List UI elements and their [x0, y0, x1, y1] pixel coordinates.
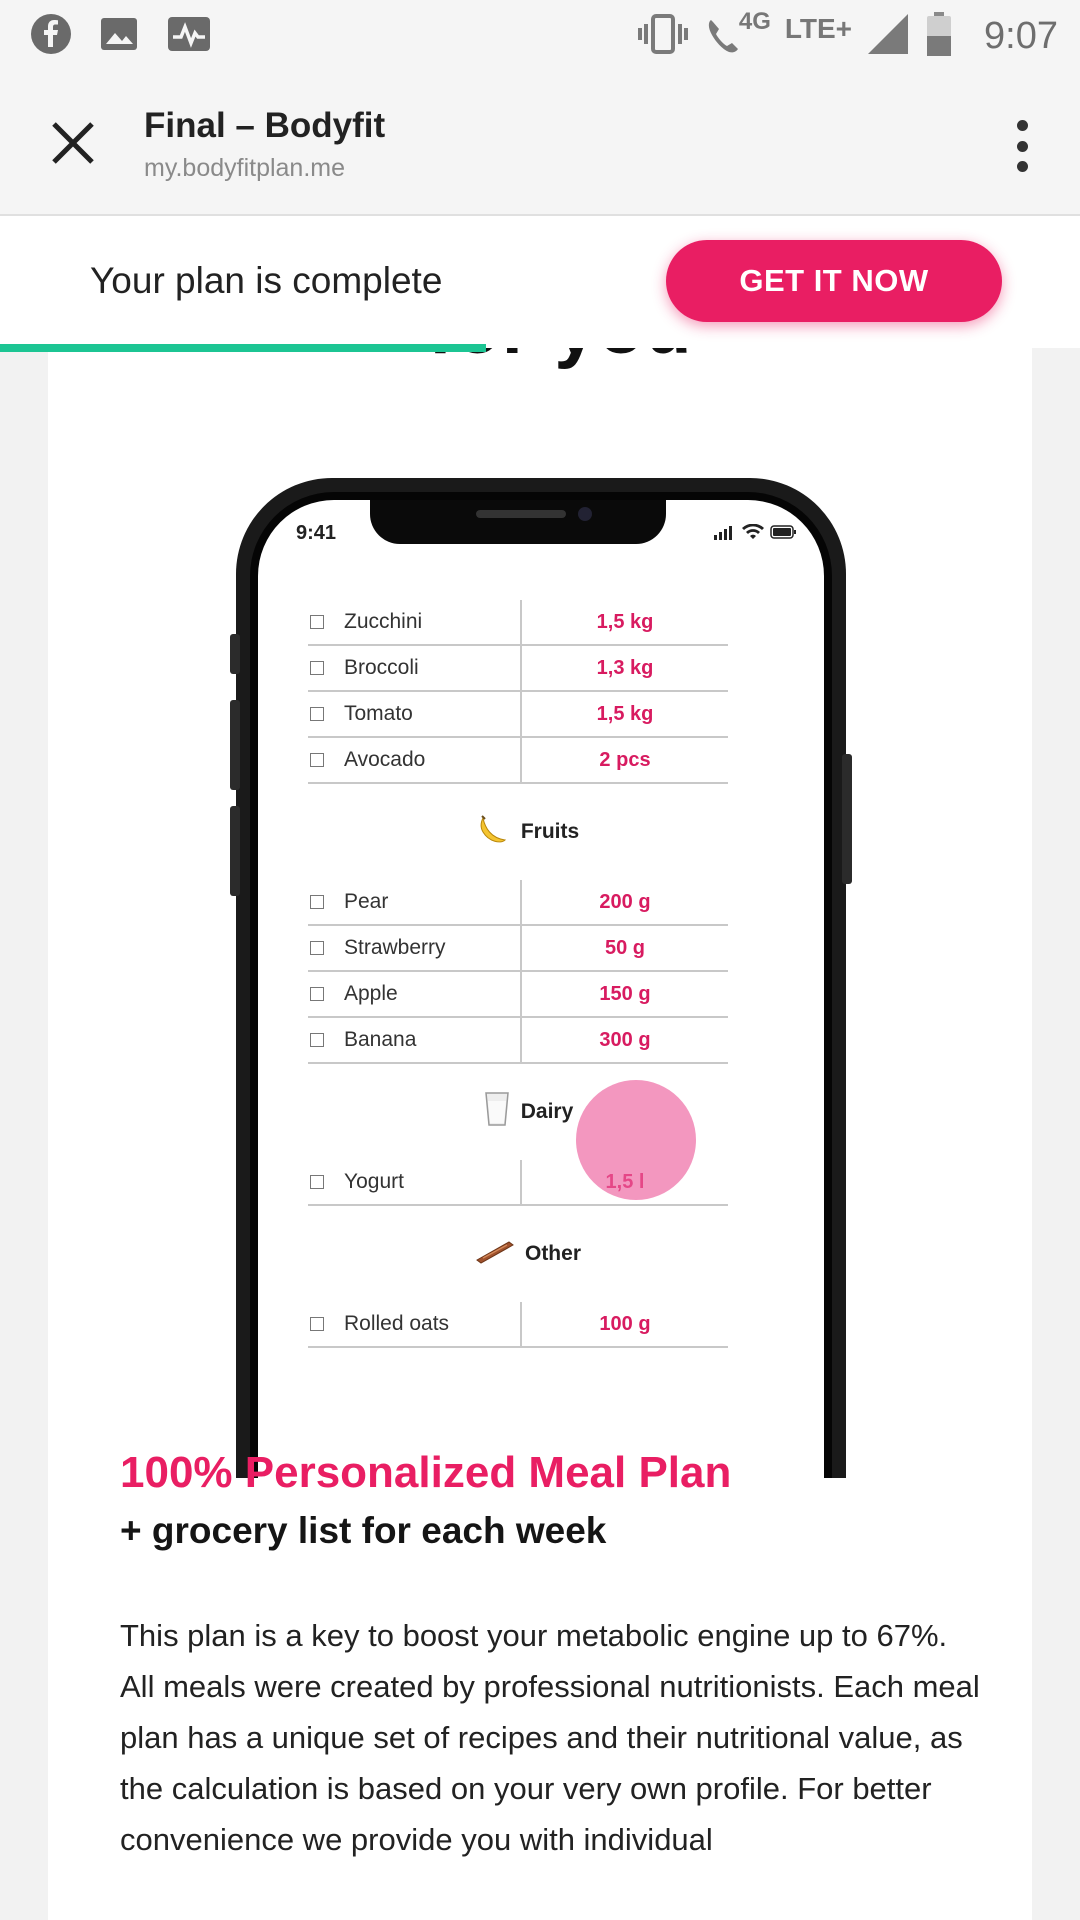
grocery-row: Broccoli 1,3 kg [308, 646, 728, 692]
grocery-item-name: Rolled oats [344, 1312, 450, 1335]
item-checkbox[interactable] [310, 707, 324, 721]
phone-button [842, 754, 852, 884]
grocery-item-quantity: 1,5 kg [596, 702, 654, 725]
phone-button [230, 700, 240, 790]
grocery-item-quantity: 1,5 kg [596, 610, 654, 633]
feature-headline: 100% Personalized Meal Plan [120, 1448, 732, 1497]
status-bar: 4G LTE+ 9:07 [0, 0, 1080, 72]
item-checkbox[interactable] [310, 615, 324, 629]
phone-screen: 9:41 Zucchini 1,5 kg Broccoli 1,3 kg Tomato 1… [250, 492, 832, 1478]
phone-status-icons [714, 524, 798, 540]
grocery-row: Avocado 2 pcs [308, 738, 728, 784]
cinnamon-icon [475, 1238, 515, 1271]
grocery-item-name: Apple [344, 982, 398, 1005]
page-title: Final – Bodyfit [144, 106, 386, 145]
grocery-item-quantity: 50 g [604, 936, 646, 959]
phone-notch [370, 500, 666, 544]
item-checkbox[interactable] [310, 895, 324, 909]
grocery-row: Rolled oats 100 g [308, 1302, 728, 1348]
grocery-item-quantity: 1,3 kg [596, 656, 654, 679]
grocery-item-name: Banana [344, 1028, 417, 1051]
grocery-row: Banana 300 g [308, 1018, 728, 1064]
grocery-list: Zucchini 1,5 kg Broccoli 1,3 kg Tomato 1,5 kg… [294, 600, 814, 1348]
signal-icon [866, 12, 910, 61]
phone-time: 9:41 [296, 522, 337, 544]
content-card: for you 9:41 Zucchini1,5 kgBroccoli1,3 k… [48, 348, 1032, 1920]
grocery-item-name: Avocado [344, 748, 426, 771]
progress-bar-fill [0, 344, 486, 352]
item-checkbox[interactable] [310, 941, 324, 955]
item-checkbox[interactable] [310, 1317, 324, 1331]
grocery-section-label: Dairy [520, 1100, 574, 1123]
close-icon[interactable] [40, 110, 106, 176]
grocery-item-quantity: 200 g [599, 890, 651, 913]
phone-mockup: 9:41 Zucchini 1,5 kg Broccoli 1,3 kg Tomato 1… [230, 478, 852, 1478]
network-type-label: LTE+ [784, 13, 853, 44]
grocery-item-name: Pear [344, 890, 389, 913]
grocery-row: Strawberry 50 g [308, 926, 728, 972]
vibrate-icon [637, 12, 689, 61]
item-checkbox[interactable] [310, 661, 324, 675]
grocery-item-quantity: 300 g [599, 1028, 651, 1051]
feature-subheadline: + grocery list for each week [120, 1510, 607, 1551]
gallery-icon [98, 13, 140, 60]
browser-toolbar: Final – Bodyfit my.bodyfitplan.me [0, 72, 1080, 216]
grocery-item-name: Tomato [344, 702, 413, 725]
grocery-item-quantity: 100 g [599, 1312, 651, 1335]
progress-bar [0, 344, 1080, 352]
grocery-item-quantity: 150 g [599, 982, 651, 1005]
more-options-icon[interactable] [1002, 116, 1042, 176]
touch-indicator [576, 1080, 696, 1200]
glass-icon [483, 1091, 511, 1134]
grocery-section-header: Fruits [308, 784, 748, 880]
facebook-icon [30, 13, 72, 60]
battery-icon [924, 10, 954, 63]
grocery-section-header: Other [308, 1206, 748, 1302]
phone-button [230, 634, 240, 674]
grocery-row: Zucchini 1,5 kg [308, 600, 728, 646]
grocery-section-label: Other [524, 1242, 581, 1265]
feature-description: This plan is a key to boost your metabol… [120, 1618, 980, 1857]
grocery-item-name: Yogurt [344, 1170, 404, 1193]
item-checkbox[interactable] [310, 987, 324, 1001]
banana-icon [477, 812, 511, 853]
get-it-now-button[interactable]: GET IT NOW [666, 240, 1002, 322]
grocery-item-name: Strawberry [344, 936, 446, 959]
clock: 9:07 [984, 14, 1058, 57]
grocery-item-name: Broccoli [344, 656, 419, 679]
grocery-item-name: Zucchini [344, 610, 423, 633]
item-checkbox[interactable] [310, 753, 324, 767]
plan-complete-message: Your plan is complete [90, 260, 443, 301]
grocery-row: Apple 150 g [308, 972, 728, 1018]
item-checkbox[interactable] [310, 1033, 324, 1047]
activity-icon [166, 13, 212, 60]
phone-button [230, 806, 240, 896]
wifi-call-icon: 4G [703, 8, 771, 58]
grocery-item-quantity: 2 pcs [599, 748, 651, 771]
grocery-row: Pear 200 g [308, 880, 728, 926]
grocery-row: Tomato 1,5 kg [308, 692, 728, 738]
plan-complete-bar: Your plan is complete GET IT NOW [0, 216, 1080, 348]
grocery-section-label: Fruits [520, 820, 580, 843]
item-checkbox[interactable] [310, 1175, 324, 1189]
page-url[interactable]: my.bodyfitplan.me [144, 154, 345, 183]
page-content[interactable]: for you 9:41 Zucchini1,5 kgBroccoli1,3 k… [0, 348, 1080, 1920]
